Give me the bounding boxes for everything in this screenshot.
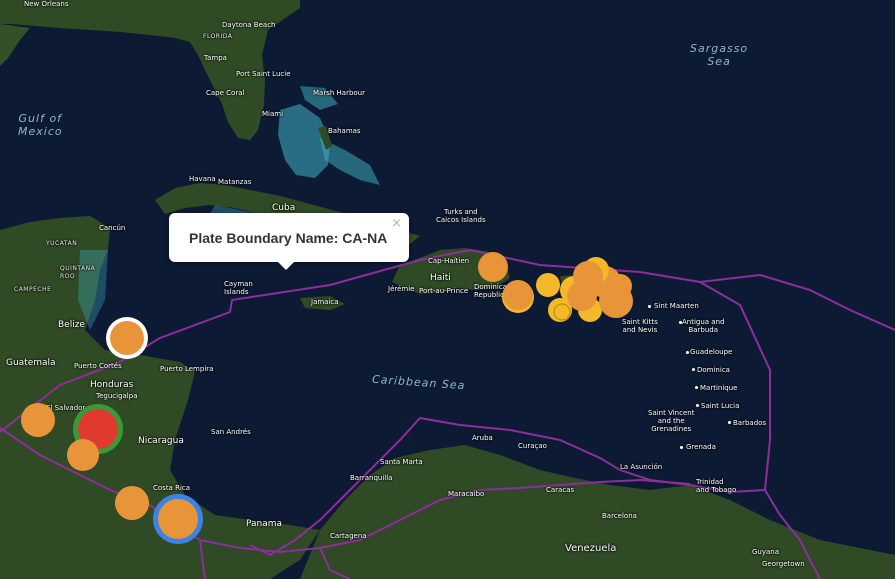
label-grenada: Grenada	[686, 443, 716, 451]
label-tampa: Tampa	[204, 54, 227, 62]
label-yucatan: YUCATAN	[46, 240, 78, 247]
label-new-orleans: New Orleans	[24, 0, 69, 8]
island-dot	[728, 421, 731, 424]
label-cap-haitien: Cap-Haïtien	[428, 257, 470, 265]
label-belize: Belize	[58, 320, 85, 330]
label-st-vincent: Saint Vincent and the Grenadines	[648, 409, 695, 433]
label-miami: Miami	[262, 110, 284, 118]
label-costa-rica: Costa Rica	[153, 484, 191, 492]
earthquake-marker[interactable]	[158, 499, 198, 539]
popup-close-button[interactable]: ×	[391, 216, 402, 231]
label-aruba: Aruba	[472, 434, 493, 442]
island-dot	[686, 351, 689, 354]
label-campeche: CAMPECHE	[14, 286, 52, 293]
earthquake-marker[interactable]	[503, 280, 533, 310]
label-barbados: Barbados	[733, 419, 767, 427]
label-curacao: Curaçao	[518, 442, 547, 450]
label-haiti: Haiti	[430, 273, 451, 283]
label-georgetown: Georgetown	[762, 560, 805, 568]
label-guyana: Guyana	[752, 548, 780, 556]
label-nicaragua: Nicaragua	[138, 436, 184, 446]
label-daytona: Daytona Beach	[222, 21, 276, 29]
label-jamaica: Jamaica	[311, 298, 339, 306]
label-san-andres: San Andrés	[211, 428, 251, 436]
label-jeremie: Jérémie	[388, 285, 415, 293]
label-port-au-prince: Port-au-Prince	[419, 287, 469, 295]
label-martinique: Martinique	[700, 384, 738, 392]
label-honduras: Honduras	[90, 380, 134, 390]
label-venezuela: Venezuela	[565, 543, 617, 554]
earthquake-marker[interactable]	[478, 252, 508, 282]
label-guatemala: Guatemala	[6, 358, 56, 368]
island-dot	[695, 386, 698, 389]
label-florida: FLORIDA	[203, 33, 233, 40]
label-antigua: Antigua and Barbuda	[682, 318, 725, 334]
label-barcelona: Barcelona	[602, 512, 637, 520]
label-sint-maarten: Sint Maarten	[654, 302, 699, 310]
label-trinidad: Trinidad and Tobago	[696, 478, 737, 494]
label-quintana-roo: QUINTANA ROO	[60, 265, 96, 280]
label-puerto-lempira: Puerto Lempira	[160, 365, 214, 373]
label-maracaibo: Maracaibo	[448, 490, 485, 498]
label-cancun: Cancún	[99, 224, 126, 232]
label-gulf-of-mexico: Gulf of Mexico	[18, 112, 63, 138]
label-cape-coral: Cape Coral	[206, 89, 245, 97]
island-dot	[680, 446, 683, 449]
label-puerto-cortes: Puerto Cortés	[74, 362, 122, 370]
island-dot	[648, 305, 651, 308]
earthquake-marker[interactable]	[67, 439, 99, 471]
plate-boundary-popup: Plate Boundary Name: CA-NA ×	[169, 213, 409, 270]
label-bahamas: Bahamas	[328, 127, 361, 135]
label-port-st-lucie: Port Saint Lucie	[236, 70, 291, 78]
label-barranquilla: Barranquilla	[350, 474, 393, 482]
label-santa-marta: Santa Marta	[380, 458, 423, 466]
label-cayman: Cayman Islands	[224, 280, 253, 296]
earthquake-marker[interactable]	[567, 281, 597, 311]
earthquake-marker[interactable]	[536, 273, 560, 297]
label-cartagena: Cartagena	[330, 532, 367, 540]
label-cuba: Cuba	[272, 203, 296, 213]
island-dot	[692, 368, 695, 371]
label-st-lucia: Saint Lucia	[701, 402, 740, 410]
label-marsh-harbour: Marsh Harbour	[313, 89, 365, 97]
island-dot	[696, 404, 699, 407]
label-dominica: Dominica	[697, 366, 730, 374]
label-st-kitts: Saint Kitts and Nevis	[622, 318, 658, 334]
earthquake-marker[interactable]	[21, 403, 55, 437]
earthquake-marker[interactable]	[553, 303, 571, 321]
label-turks-caicos: Turks and Caicos Islands	[436, 208, 486, 224]
earthquake-marker[interactable]	[110, 321, 144, 355]
label-matanzas: Matanzas	[218, 178, 252, 186]
earthquake-marker[interactable]	[115, 486, 149, 520]
label-panama: Panama	[246, 519, 283, 529]
island-dot	[679, 321, 682, 324]
popup-text: Plate Boundary Name: CA-NA	[189, 230, 388, 246]
label-havana: Havana	[189, 175, 216, 183]
label-tegucigalpa: Tegucigalpa	[96, 392, 138, 400]
map-canvas[interactable]: Sargasso Sea Gulf of Mexico Caribbean Se…	[0, 0, 895, 579]
label-caracas: Caracas	[546, 486, 575, 494]
earthquake-marker[interactable]	[608, 274, 632, 298]
label-la-asuncion: La Asunción	[620, 463, 663, 471]
label-sargasso-sea: Sargasso Sea	[690, 42, 749, 68]
label-guadeloupe: Guadeloupe	[690, 348, 733, 356]
